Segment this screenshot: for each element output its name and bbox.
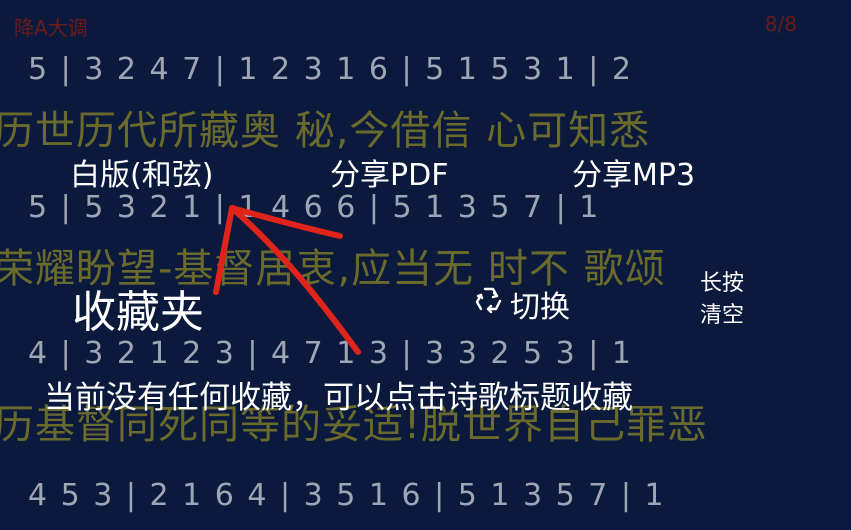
favorites-overlay: 白版(和弦) 分享PDF 分享MP3 收藏夹 切换 长按 清空 当前没有任何收藏…	[0, 0, 851, 530]
annotation-arrow-icon	[213, 205, 361, 355]
